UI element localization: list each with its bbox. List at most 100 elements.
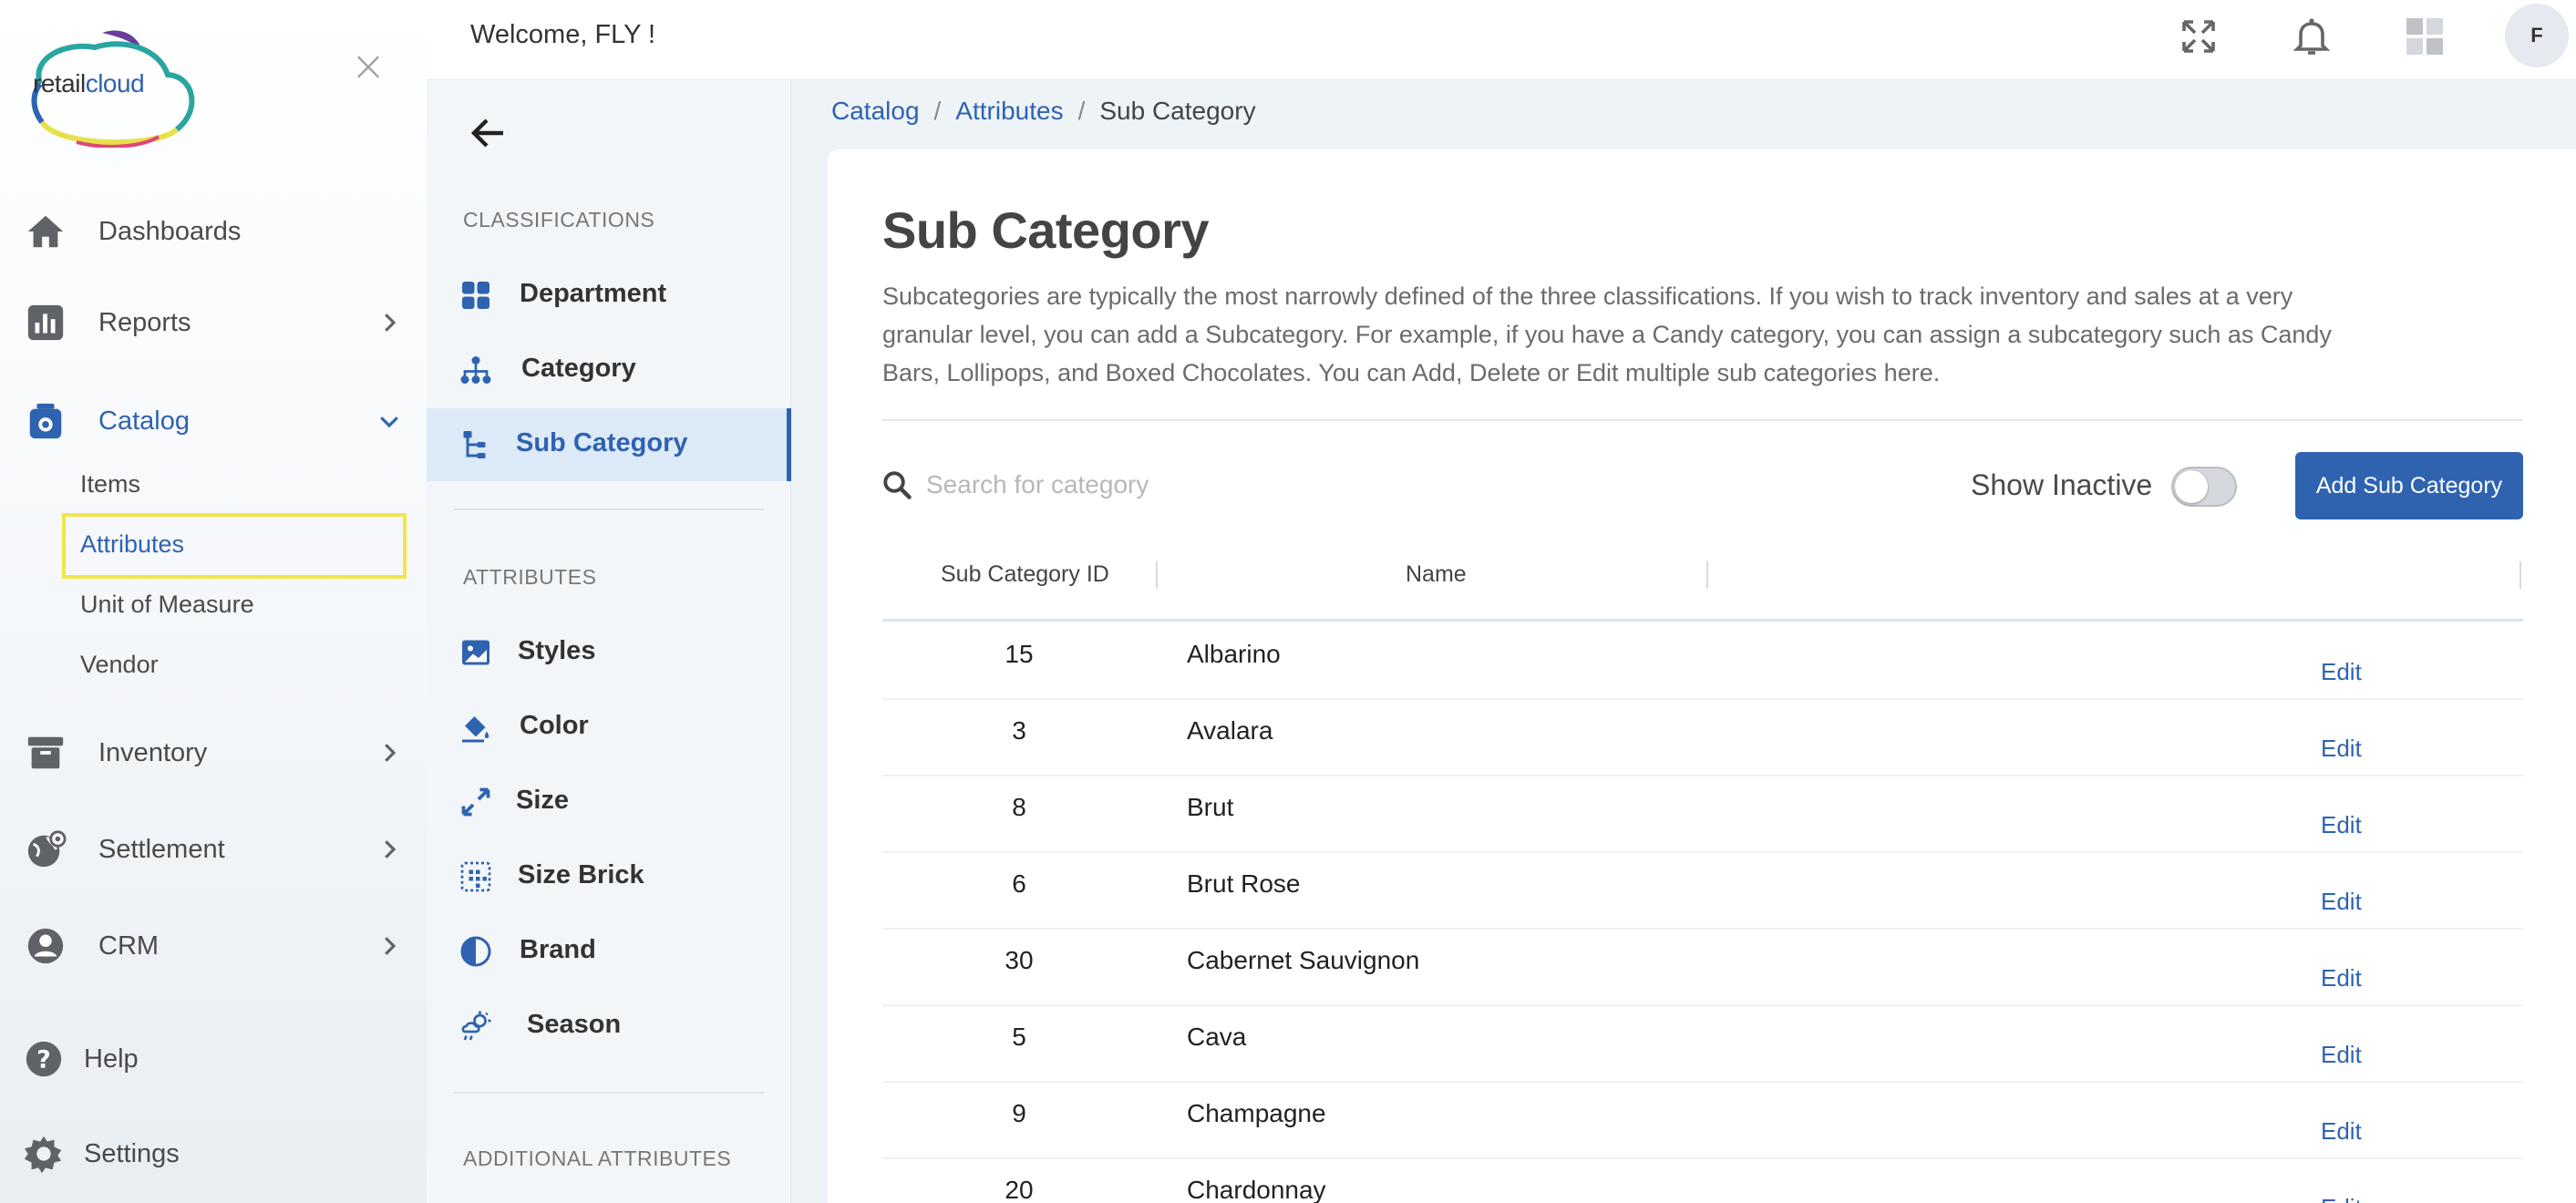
add-sub-category-button[interactable]: Add Sub Category [2295,452,2523,519]
paint-bucket-icon [462,716,489,743]
sidebar-sub-items[interactable]: Items [80,470,140,499]
edit-link[interactable]: Edit [2321,658,2362,686]
bell-icon[interactable] [2290,15,2334,58]
column-divider[interactable] [1156,561,1158,589]
sidebar-sub-vendor[interactable]: Vendor [80,651,159,679]
toggle-knob [2175,470,2208,503]
page-description: Subcategories are typically the most nar… [882,283,2332,386]
dotted-grid-icon [460,861,491,892]
gear-icon [24,1136,62,1174]
avatar[interactable]: F [2505,4,2569,67]
cell-name: Albarino [1187,640,1281,668]
sub-sidebar-item-styles[interactable]: Styles [427,616,791,689]
sidebar-item-dashboards[interactable]: Dashboards [0,202,427,261]
sub-sidebar-item-department[interactable]: Department [427,259,791,332]
table-header: Sub Category ID Name [882,541,2523,622]
sidebar-sub-attributes[interactable]: Attributes [80,530,184,559]
table-row: 9 Champagne Edit [882,1083,2523,1159]
sidebar-item-crm[interactable]: CRM [0,917,427,975]
cell-name: Cava [1187,1023,1247,1051]
cell-id: 6 [1012,869,1026,898]
sub-sidebar-item-sub-category[interactable]: Sub Category [427,408,791,481]
globe-icon [27,830,67,868]
column-header-name[interactable]: Name [1406,561,1467,588]
show-inactive-label: Show Inactive [1971,468,2153,501]
edit-link[interactable]: Edit [2321,888,2362,916]
cell-id: 20 [1005,1176,1034,1203]
top-bar: Welcome, FLY ! F [427,0,2576,80]
sidebar-item-settings[interactable]: Settings [0,1125,427,1183]
edit-link[interactable]: Edit [2321,964,2362,992]
show-inactive-toggle[interactable] [2171,467,2237,507]
sidebar-item-help[interactable]: ? Help [0,1030,427,1088]
main-sidebar: retailcloud × Dashboards Reports Catalog… [0,0,427,1203]
cell-name: Cabernet Sauvignon [1187,946,1420,974]
cell-id: 30 [1005,946,1034,974]
table-row: 15 Albarino Edit [882,623,2523,700]
breadcrumb-catalog[interactable]: Catalog [831,97,920,125]
search-icon [883,471,912,499]
edit-link[interactable]: Edit [2321,811,2362,839]
sidebar-item-reports[interactable]: Reports [0,293,427,352]
apps-grid-icon[interactable] [2403,15,2447,58]
additional-attributes-header: ADDITIONAL ATTRIBUTES [463,1146,732,1170]
bag-icon [29,403,62,439]
cell-id: 9 [1012,1099,1026,1127]
svg-text:?: ? [36,1046,51,1074]
archive-icon [27,736,64,769]
logo-text: retailcloud [33,69,145,98]
fullscreen-icon[interactable] [2177,15,2221,58]
cell-name: Avalara [1187,716,1273,745]
user-gear-icon [27,928,64,964]
chevron-right-icon [385,314,397,332]
table-row: 3 Avalara Edit [882,700,2523,776]
breadcrumb-attributes[interactable]: Attributes [955,97,1063,125]
column-header-sub-category-id[interactable]: Sub Category ID [941,561,1109,588]
sidebar-item-settlement[interactable]: Settlement [0,820,427,879]
attributes-header: ATTRIBUTES [463,565,597,589]
edit-link[interactable]: Edit [2321,1117,2362,1146]
sidebar-item-inventory[interactable]: Inventory [0,724,427,782]
column-divider[interactable] [1706,561,1708,589]
home-icon [27,215,64,248]
sub-sidebar-item-season[interactable]: Season [427,990,791,1063]
sub-sidebar-item-size-brick[interactable]: Size Brick [427,840,791,913]
edit-link[interactable]: Edit [2321,1194,2362,1203]
close-sidebar-icon[interactable]: × [350,45,386,87]
cell-id: 15 [1005,640,1034,668]
edit-link[interactable]: Edit [2321,1041,2362,1069]
sub-sidebar-item-size[interactable]: Size [427,766,791,838]
table-row: 8 Brut Edit [882,776,2523,853]
sidebar-sub-unit-of-measure[interactable]: Unit of Measure [80,591,254,619]
search-input[interactable] [926,461,1564,509]
table-row: 20 Chardonnay Edit [882,1159,2523,1203]
divider [882,419,2523,421]
sub-sidebar-item-brand[interactable]: Brand [427,915,791,988]
sidebar-item-catalog[interactable]: Catalog [0,392,427,450]
back-arrow-icon[interactable] [467,111,510,155]
sub-sidebar-item-color[interactable]: Color [427,691,791,764]
breadcrumb-current: Sub Category [1099,97,1256,125]
cell-name: Chardonnay [1187,1176,1326,1203]
cell-id: 3 [1012,716,1026,745]
sub-sidebar-item-category[interactable]: Category [427,334,791,406]
cell-name: Brut Rose [1187,869,1301,898]
grid-icon [462,282,489,309]
page-title: Sub Category [882,201,1210,259]
help-icon: ? [26,1041,62,1077]
chevron-down-icon [380,416,398,428]
breadcrumb-separator: / [933,97,942,125]
half-circle-icon [460,936,491,967]
column-divider[interactable] [2519,561,2521,589]
breadcrumb-separator: / [1077,97,1086,125]
table-row: 30 Cabernet Sauvignon Edit [882,930,2523,1006]
cell-name: Champagne [1187,1099,1326,1127]
classifications-header: CLASSIFICATIONS [463,208,655,231]
welcome-text: Welcome, FLY ! [470,20,656,49]
breadcrumb: Catalog / Attributes / Sub Category [831,97,1256,126]
tree-icon [463,431,486,458]
chevron-right-icon [385,840,397,859]
cell-name: Brut [1187,793,1234,821]
image-icon [462,640,489,665]
edit-link[interactable]: Edit [2321,735,2362,763]
